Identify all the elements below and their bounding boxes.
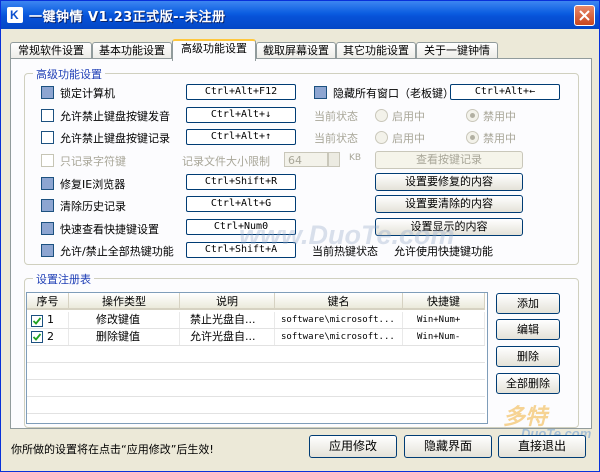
row-divider — [27, 413, 485, 414]
repair-ie-checkbox[interactable] — [41, 177, 54, 190]
row-1-checkbox[interactable] — [31, 315, 43, 327]
chars-only-label: 只记录字符键 — [60, 155, 126, 168]
tab-advanced[interactable]: 高级功能设置 — [172, 39, 256, 61]
apply-button[interactable]: 应用修改 — [309, 435, 397, 458]
repair-ie-hotkey[interactable]: Ctrl+Shift+R — [186, 174, 296, 190]
view-hotkeys-label: 快速查看快捷键设置 — [60, 223, 159, 236]
row-1-desc: 禁止光盘自... — [180, 312, 275, 328]
app-icon: K — [7, 7, 23, 23]
key-log-label: 允许禁止键盘按键记录 — [60, 132, 170, 145]
repair-ie-label: 修复IE浏览器 — [60, 178, 126, 191]
row-1-type: 修改键值 — [69, 312, 180, 328]
key-sound-hotkey[interactable]: Ctrl+Alt+↓ — [186, 107, 296, 123]
key-sound-checkbox[interactable] — [41, 109, 54, 122]
clear-history-hotkey[interactable]: Ctrl+Alt+G — [186, 196, 296, 212]
row-2-desc: 允许光盘自... — [180, 329, 275, 345]
column-header-index[interactable]: 序号 — [27, 293, 69, 310]
row-2-key: software\microsoft... — [275, 329, 403, 345]
hide-windows-label: 隐藏所有窗口（老板键） — [333, 87, 454, 100]
view-hotkeys-checkbox[interactable] — [41, 222, 54, 235]
delete-all-button[interactable]: 全部删除 — [496, 373, 560, 394]
log-enabled-label: 启用中 — [392, 132, 425, 145]
exit-button[interactable]: 直接退出 — [498, 435, 586, 458]
log-size-label: 记录文件大小限制 — [182, 155, 270, 168]
row-2-checkbox[interactable] — [31, 331, 43, 343]
row-2-type: 删除键值 — [69, 329, 180, 345]
row-2-hotkey: Win+Num- — [403, 329, 485, 345]
main-window: K 一键钟情 V1.23正式版--未注册 常规软件设置 基本功能设置 高级功能设… — [0, 0, 600, 472]
column-header-hotkey[interactable]: 快捷键 — [403, 293, 485, 310]
tab-general[interactable]: 常规软件设置 — [10, 42, 92, 59]
chars-only-checkbox[interactable] — [41, 154, 54, 167]
row-1-index: 1 — [44, 312, 69, 328]
row-divider — [27, 379, 485, 380]
log-enabled-radio[interactable] — [375, 131, 388, 144]
row-divider — [27, 396, 485, 397]
row-1-key: software\microsoft... — [275, 312, 403, 328]
close-icon — [579, 10, 590, 21]
row-divider — [27, 345, 485, 346]
sound-status-label: 当前状态 — [314, 110, 358, 123]
key-sound-label: 允许禁止键盘按键发音 — [60, 110, 170, 123]
lock-computer-label: 锁定计算机 — [60, 87, 115, 100]
sound-disabled-radio[interactable] — [466, 109, 479, 122]
column-header-type[interactable]: 操作类型 — [69, 293, 180, 310]
all-hotkeys-label: 允许/禁止全部热键功能 — [60, 245, 174, 258]
row-divider — [27, 362, 485, 363]
sound-enabled-radio[interactable] — [375, 109, 388, 122]
lock-computer-checkbox[interactable] — [41, 86, 54, 99]
row-1-hotkey: Win+Num+ — [403, 312, 485, 328]
checkmark-icon — [32, 333, 42, 341]
registry-group-title: 设置注册表 — [33, 271, 94, 287]
hide-ui-button[interactable]: 隐藏界面 — [404, 435, 492, 458]
column-header-desc[interactable]: 说明 — [180, 293, 275, 310]
log-disabled-radio[interactable] — [466, 131, 479, 144]
title-bar[interactable]: K 一键钟情 V1.23正式版--未注册 — [1, 1, 599, 29]
tab-basic[interactable]: 基本功能设置 — [92, 42, 172, 59]
log-status-label: 当前状态 — [314, 132, 358, 145]
advanced-group-title: 高级功能设置 — [33, 66, 105, 82]
add-button[interactable]: 添加 — [496, 293, 560, 314]
clear-history-label: 清除历史记录 — [60, 200, 126, 213]
delete-button[interactable]: 删除 — [496, 346, 560, 367]
log-disabled-label: 禁用中 — [483, 132, 516, 145]
log-size-spinner[interactable] — [328, 152, 340, 167]
footer-hint: 你所做的设置将在点击“应用修改”后生效! — [11, 443, 214, 456]
center-watermark: www.DuoTe.com — [239, 220, 455, 250]
window-title: 一键钟情 V1.23正式版--未注册 — [29, 10, 226, 25]
checkmark-icon — [32, 317, 42, 325]
all-hotkeys-checkbox[interactable] — [41, 244, 54, 257]
row-2-index: 2 — [44, 329, 69, 345]
sound-disabled-label: 禁用中 — [483, 110, 516, 123]
column-header-key[interactable]: 键名 — [275, 293, 403, 310]
log-size-unit: KB — [349, 153, 362, 163]
tab-about[interactable]: 关于一键钟情 — [416, 42, 498, 59]
view-keys-button[interactable]: 查看按键记录 — [375, 151, 523, 169]
repair-settings-button[interactable]: 设置要修复的内容 — [375, 173, 523, 191]
clear-history-checkbox[interactable] — [41, 199, 54, 212]
log-size-input[interactable]: 64 — [284, 152, 328, 167]
clear-settings-button[interactable]: 设置要清除的内容 — [375, 195, 523, 213]
tab-screenshot[interactable]: 截取屏幕设置 — [256, 42, 336, 59]
registry-table[interactable]: 序号 操作类型 说明 键名 快捷键 1 修改键值 禁止光盘自... softwa… — [26, 292, 488, 424]
edit-button[interactable]: 编辑 — [496, 319, 560, 340]
hide-windows-checkbox[interactable] — [314, 86, 327, 99]
hide-windows-hotkey[interactable]: Ctrl+Alt+← — [450, 84, 560, 100]
lock-computer-hotkey[interactable]: Ctrl+Alt+F12 — [186, 84, 296, 100]
tab-other[interactable]: 其它功能设置 — [336, 42, 416, 59]
sound-enabled-label: 启用中 — [392, 110, 425, 123]
key-log-hotkey[interactable]: Ctrl+Alt+↑ — [186, 129, 296, 145]
close-button[interactable] — [574, 5, 595, 26]
key-log-checkbox[interactable] — [41, 131, 54, 144]
